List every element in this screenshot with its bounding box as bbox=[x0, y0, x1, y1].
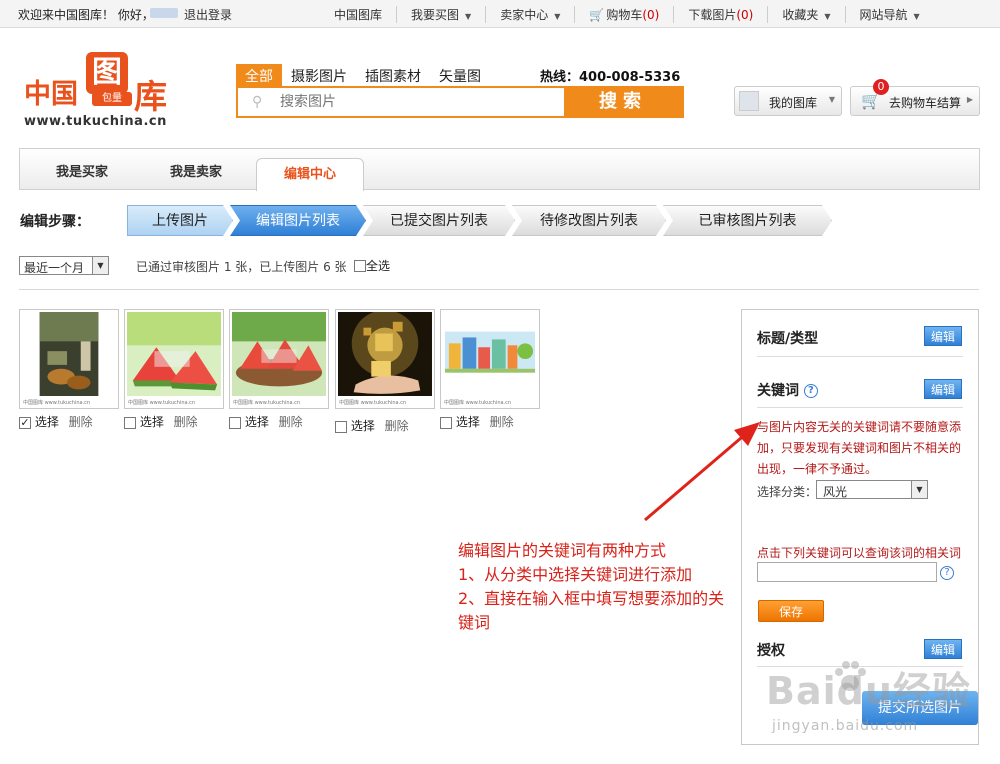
search-icon: ⚲ bbox=[252, 94, 263, 110]
delete-link[interactable]: 删除 bbox=[385, 419, 409, 433]
keywords-heading: 关键词 ? bbox=[757, 380, 818, 400]
logo-url: www.tukuchina.cn bbox=[24, 114, 167, 129]
edit-title-button[interactable]: 编辑 bbox=[924, 326, 962, 346]
logout-link[interactable]: 退出登录 bbox=[184, 6, 232, 23]
tab-edit-center[interactable]: 编辑中心 bbox=[256, 158, 364, 191]
thumbnail-watermelon-plate[interactable]: 中国图库 www.tukuchina.cn bbox=[229, 309, 329, 409]
welcome-text: 欢迎来中国图库！ 你好， bbox=[18, 8, 154, 22]
thumb-checkbox[interactable] bbox=[124, 416, 136, 429]
thumb-controls: 选择 删除 bbox=[440, 413, 514, 430]
top-bar: 欢迎来中国图库！ 你好， 退出登录 中国图库 我要买图 ▼ 卖家中心 ▼ 🛒 购物车(… bbox=[0, 0, 1000, 28]
cart-count-badge: 0 bbox=[873, 79, 889, 95]
watermelon-plate-image bbox=[232, 312, 326, 397]
search-tabs: 全部 摄影图片 插图素材 矢量图 bbox=[236, 64, 490, 88]
my-library-button[interactable]: 我的图库 ▼ bbox=[734, 86, 842, 116]
search-tab-vector[interactable]: 矢量图 bbox=[430, 64, 490, 88]
search-tab-photo[interactable]: 摄影图片 bbox=[282, 64, 356, 88]
chevron-down-icon: ▼ bbox=[465, 12, 472, 21]
steps-label: 编辑步骤： bbox=[20, 214, 90, 230]
step-reviewed-list[interactable]: 已审核图片列表 bbox=[663, 205, 832, 236]
nav-site-nav[interactable]: 网站导航 ▼ bbox=[844, 6, 934, 23]
nav-favorites[interactable]: 收藏夹 ▼ bbox=[767, 6, 844, 23]
thumb-checkbox[interactable] bbox=[229, 416, 241, 429]
search-box: ⚲ 搜索 bbox=[236, 86, 684, 118]
upload-stats: 已通过审核图片 1 张，已上传图片 6 张 bbox=[136, 260, 347, 274]
chevron-down-icon: ▼ bbox=[824, 12, 831, 21]
thumb-checkbox[interactable]: ✓ bbox=[19, 416, 31, 429]
thumb-controls: 选择 删除 bbox=[229, 413, 303, 430]
save-button[interactable]: 保存 bbox=[758, 600, 824, 622]
cart-icon: 🛒 bbox=[589, 8, 605, 22]
site-logo[interactable]: 中国 图 包量 库 www.tukuchina.cn bbox=[22, 48, 182, 132]
nav-buy[interactable]: 我要买图 ▼ bbox=[396, 6, 485, 23]
chevron-down-icon: ▼ bbox=[913, 12, 920, 21]
top-nav: 中国图库 我要买图 ▼ 卖家中心 ▼ 🛒 购物车(0) 下载图片(0) 收藏夹 ▼ 网站… bbox=[320, 6, 934, 23]
search-button[interactable]: 搜索 bbox=[564, 88, 682, 116]
step-submitted-list[interactable]: 已提交图片列表 bbox=[363, 205, 515, 236]
search-input[interactable] bbox=[280, 92, 560, 112]
tab-seller[interactable]: 我是卖家 bbox=[170, 161, 222, 180]
username-blur bbox=[150, 8, 178, 18]
chevron-down-icon: ▼ bbox=[92, 257, 108, 274]
help-icon[interactable]: ? bbox=[803, 384, 818, 398]
delete-link[interactable]: 删除 bbox=[174, 415, 198, 429]
period-select[interactable]: 最近一个月 ▼ bbox=[19, 256, 109, 275]
category-label: 选择分类： bbox=[757, 485, 818, 499]
keyword-warning: 与图片内容无关的关键词请不要随意添加，只要发现有关键词和图片不相关的出现，一律不… bbox=[757, 420, 962, 476]
nav-seller-center[interactable]: 卖家中心 ▼ bbox=[485, 6, 574, 23]
help-icon[interactable]: ? bbox=[940, 566, 954, 580]
license-heading: 授权 bbox=[757, 643, 785, 659]
keyword-hint: 点击下列关键词可以查询该词的相关词 bbox=[757, 546, 962, 560]
nav-downloads[interactable]: 下载图片(0) bbox=[673, 6, 767, 23]
divider bbox=[757, 407, 963, 408]
nav-cart[interactable]: 🛒 购物车(0) bbox=[574, 6, 673, 23]
thumb-controls: 选择 删除 bbox=[335, 417, 409, 434]
tab-buyer[interactable]: 我是买家 bbox=[56, 161, 108, 180]
keyword-input[interactable] bbox=[757, 562, 937, 582]
delete-link[interactable]: 删除 bbox=[69, 415, 93, 429]
chevron-down-icon: ▼ bbox=[911, 481, 927, 498]
mooncake-image bbox=[22, 312, 116, 397]
annotation-text: 编辑图片的关键词有两种方式 1、从分类中选择关键词进行添加 2、直接在输入框中填… bbox=[458, 541, 725, 632]
thumb-controls: 选择 删除 bbox=[124, 413, 198, 430]
step-edit-list[interactable]: 编辑图片列表 bbox=[230, 205, 366, 236]
step-upload[interactable]: 上传图片 bbox=[127, 205, 233, 236]
thumbnail-mooncake[interactable]: 中国图库 www.tukuchina.cn bbox=[19, 309, 119, 409]
chevron-right-icon: ▶ bbox=[966, 95, 973, 104]
watermark-url: jingyan.baidu.com bbox=[772, 718, 919, 734]
thumb-checkbox[interactable] bbox=[440, 416, 452, 429]
watermark: Baidu经验 bbox=[766, 669, 971, 713]
city-illustration-image bbox=[443, 312, 537, 397]
search-tab-illustration[interactable]: 插图素材 bbox=[356, 64, 430, 88]
chevron-down-icon: ▼ bbox=[828, 95, 835, 104]
hotline: 热线：400-008-5336 bbox=[540, 70, 681, 85]
thumbnail-watermelon-slices[interactable]: 中国图库 www.tukuchina.cn bbox=[124, 309, 224, 409]
step-to-modify-list[interactable]: 待修改图片列表 bbox=[512, 205, 666, 236]
thumbnail-city-illustration[interactable]: 中国图库 www.tukuchina.cn bbox=[440, 309, 540, 409]
edit-keywords-button[interactable]: 编辑 bbox=[924, 379, 962, 399]
divider bbox=[757, 356, 963, 357]
select-all[interactable]: 全选 bbox=[354, 257, 390, 274]
role-tabs: 我是买家 我是卖家 编辑中心 bbox=[19, 148, 980, 191]
chevron-down-icon: ▼ bbox=[554, 12, 561, 21]
title-type-heading: 标题/类型 bbox=[757, 331, 819, 347]
checkout-button[interactable]: 🛒 0 去购物车结算 ▶ bbox=[850, 79, 980, 116]
divider bbox=[19, 289, 979, 290]
thumb-checkbox[interactable] bbox=[335, 420, 347, 433]
delete-link[interactable]: 删除 bbox=[279, 415, 303, 429]
gift-hand-image bbox=[338, 312, 432, 397]
category-select[interactable]: 风光 ▼ bbox=[816, 480, 928, 499]
nav-china-tuku[interactable]: 中国图库 bbox=[320, 6, 396, 23]
avatar bbox=[739, 91, 759, 111]
edit-license-button[interactable]: 编辑 bbox=[924, 639, 962, 659]
page: 欢迎来中国图库！ 你好， 退出登录 中国图库 我要买图 ▼ 卖家中心 ▼ 🛒 购物车(… bbox=[0, 0, 1000, 764]
search-tab-all[interactable]: 全部 bbox=[236, 64, 282, 88]
select-all-checkbox[interactable] bbox=[354, 259, 366, 272]
thumbnail-gift-hand[interactable]: 中国图库 www.tukuchina.cn bbox=[335, 309, 435, 409]
delete-link[interactable]: 删除 bbox=[490, 415, 514, 429]
thumb-controls: ✓ 选择 删除 bbox=[19, 415, 93, 429]
watermelon-image bbox=[127, 312, 221, 397]
